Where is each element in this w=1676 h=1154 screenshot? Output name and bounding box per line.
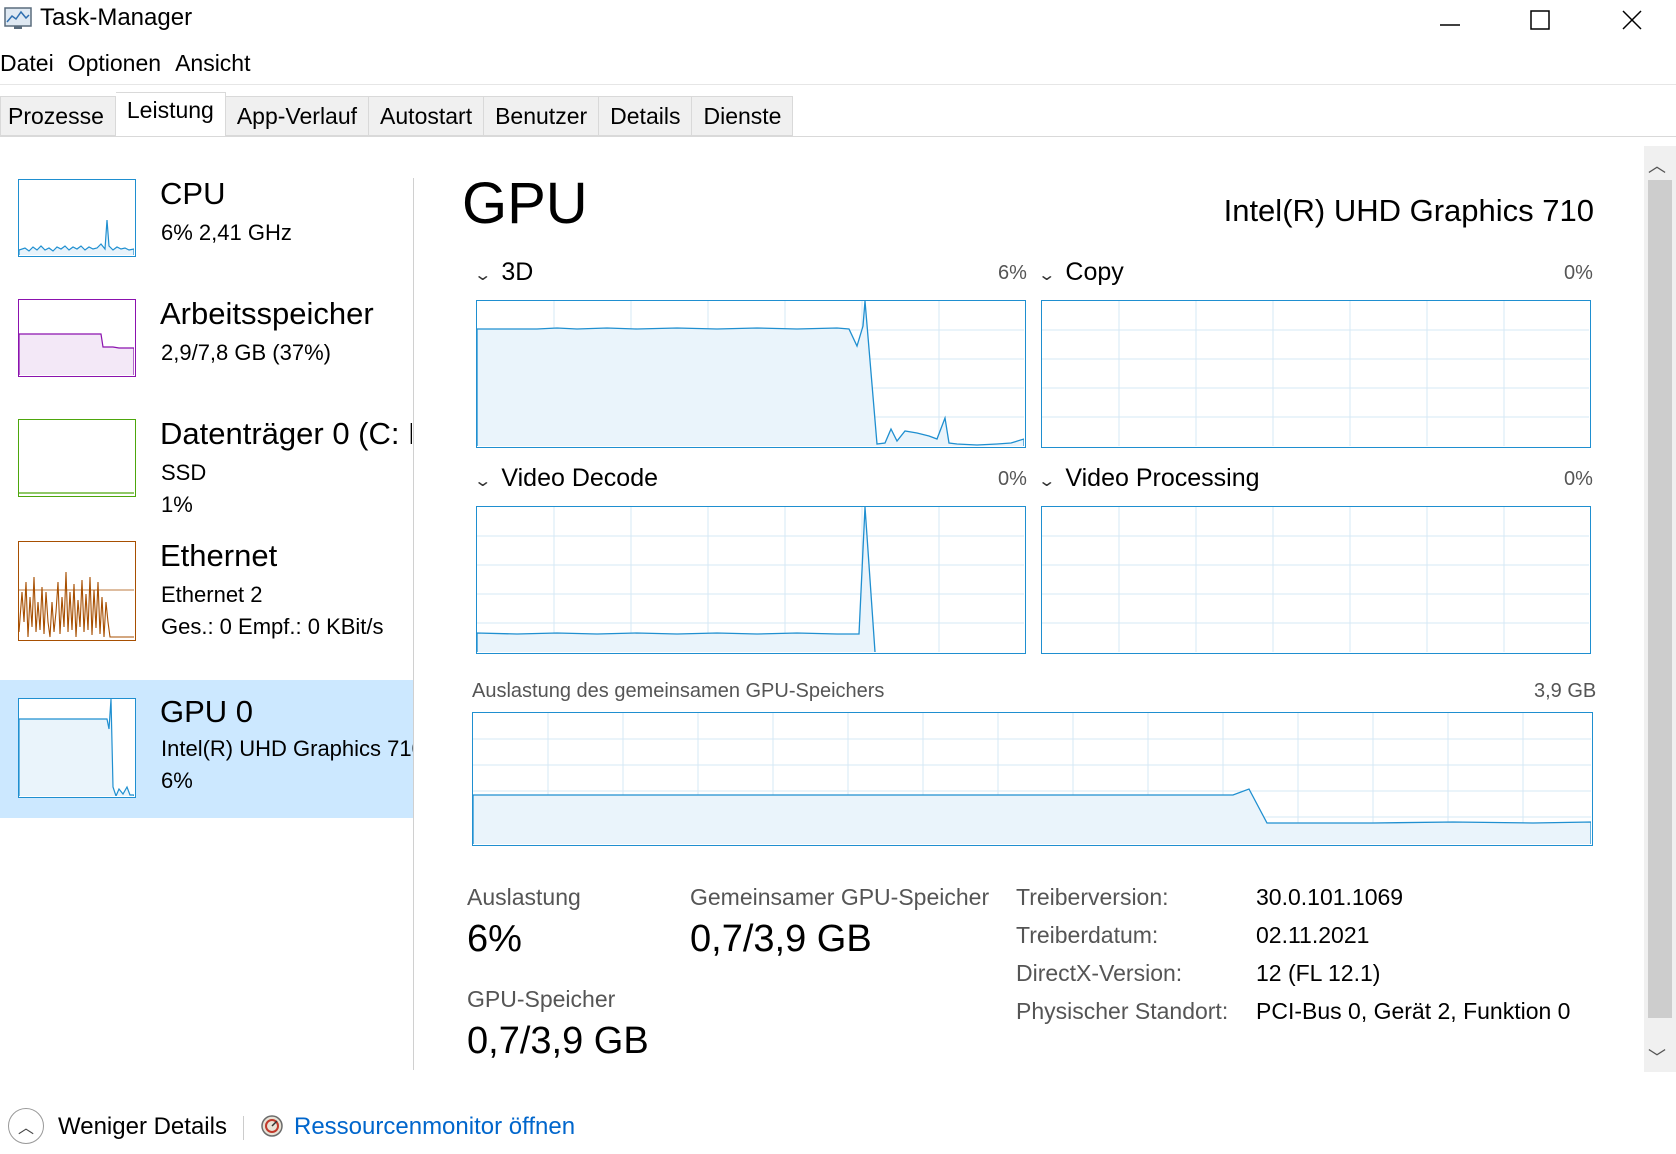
footer-divider bbox=[243, 1116, 244, 1140]
maximize-button[interactable] bbox=[1510, 0, 1570, 40]
engine-video-decode-label: Video Decode bbox=[501, 464, 659, 492]
sidebar-item-gpu[interactable]: GPU 0 Intel(R) UHD Graphics 710 6% bbox=[0, 680, 414, 818]
shared-memory-chart-label: Auslastung des gemeinsamen GPU-Speichers bbox=[472, 680, 885, 702]
sidebar-item-disk[interactable]: Datenträger 0 (C: D:) SSD 1% bbox=[0, 406, 414, 544]
chevron-down-icon: ⌄ bbox=[473, 267, 493, 284]
sidebar-detail-ethernet-adapter: Ethernet 2 bbox=[161, 582, 263, 607]
engine-3d-selector[interactable]: ⌄ 3D bbox=[473, 258, 534, 287]
engine-video-decode-selector[interactable]: ⌄ Video Decode bbox=[473, 464, 659, 493]
sidebar-detail-ethernet-throughput: Ges.: 0 Empf.: 0 KBit/s bbox=[161, 614, 384, 639]
tab-app-history[interactable]: App-Verlauf bbox=[225, 96, 370, 136]
menu-view[interactable]: Ansicht bbox=[175, 50, 250, 82]
sidebar-item-cpu[interactable]: CPU 6% 2,41 GHz bbox=[0, 166, 414, 304]
sidebar-label-memory: Arbeitsspeicher bbox=[160, 296, 374, 331]
gpu-thumbnail-graph bbox=[18, 698, 136, 798]
tab-startup[interactable]: Autostart bbox=[369, 96, 485, 136]
engine-video-decode-percent: 0% bbox=[998, 468, 1027, 490]
engine-copy-label: Copy bbox=[1065, 258, 1124, 286]
driver-version-value: 30.0.101.1069 bbox=[1256, 884, 1404, 910]
tab-users[interactable]: Benutzer bbox=[484, 96, 600, 136]
shared-memory-graph bbox=[472, 712, 1593, 846]
resource-monitor-icon bbox=[261, 1115, 283, 1137]
shared-gpu-memory-label: Gemeinsamer GPU-Speicher bbox=[690, 884, 990, 910]
tab-divider bbox=[0, 136, 1676, 137]
directx-version-label: DirectX-Version: bbox=[1016, 960, 1183, 986]
engine-3d-percent: 6% bbox=[998, 262, 1027, 284]
menu-divider bbox=[0, 84, 1676, 85]
disk-thumbnail-graph bbox=[18, 419, 136, 497]
engine-3d-graph bbox=[476, 300, 1026, 448]
engine-video-processing-selector[interactable]: ⌄ Video Processing bbox=[1037, 464, 1260, 493]
physical-location-value: PCI-Bus 0, Gerät 2, Funktion 0 bbox=[1256, 998, 1571, 1024]
sidebar-detail-memory: 2,9/7,8 GB (37%) bbox=[161, 340, 331, 365]
engine-video-processing-percent: 0% bbox=[1564, 468, 1593, 490]
sidebar-detail-disk-usage: 1% bbox=[161, 492, 193, 517]
utilization-value: 6% bbox=[467, 918, 522, 960]
physical-location-label: Physischer Standort: bbox=[1016, 998, 1229, 1024]
menu-file[interactable]: Datei bbox=[0, 50, 54, 82]
sidebar-detail-gpu-name: Intel(R) UHD Graphics 710 bbox=[161, 736, 413, 761]
engine-video-processing-graph bbox=[1041, 506, 1591, 654]
minimize-button[interactable] bbox=[1420, 0, 1480, 40]
memory-thumbnail-graph bbox=[18, 299, 136, 377]
sidebar-label-disk: Datenträger 0 (C: D:) bbox=[160, 416, 412, 451]
engine-video-decode-graph bbox=[476, 506, 1026, 654]
ethernet-thumbnail-graph bbox=[18, 541, 136, 641]
engine-copy-selector[interactable]: ⌄ Copy bbox=[1037, 258, 1124, 287]
engine-video-processing-label: Video Processing bbox=[1065, 464, 1260, 492]
sidebar-label-gpu: GPU 0 bbox=[160, 694, 254, 729]
task-manager-icon bbox=[4, 7, 32, 29]
chevron-down-icon: ⌄ bbox=[1037, 267, 1057, 284]
sidebar-divider bbox=[413, 178, 414, 1070]
shared-memory-chart-max: 3,9 GB bbox=[1534, 680, 1597, 702]
scroll-up-icon[interactable]: ︿ bbox=[1648, 152, 1666, 178]
gpu-device-name: Intel(R) UHD Graphics 710 bbox=[1223, 193, 1594, 228]
sidebar-detail-gpu-usage: 6% bbox=[161, 768, 193, 793]
minimize-icon bbox=[1440, 24, 1460, 26]
scrollbar-thumb[interactable] bbox=[1648, 180, 1672, 1018]
shared-gpu-memory-value: 0,7/3,9 GB bbox=[690, 918, 872, 960]
gpu-memory-value: 0,7/3,9 GB bbox=[467, 1020, 649, 1062]
engine-3d-label: 3D bbox=[501, 258, 534, 286]
title-bar: Task-Manager bbox=[0, 0, 1676, 40]
tab-performance[interactable]: Leistung bbox=[115, 92, 226, 136]
driver-version-label: Treiberversion: bbox=[1016, 884, 1169, 910]
close-icon bbox=[1622, 10, 1642, 30]
gpu-memory-label: GPU-Speicher bbox=[467, 986, 616, 1012]
driver-date-label: Treiberdatum: bbox=[1016, 922, 1159, 948]
maximize-icon bbox=[1530, 10, 1550, 30]
sidebar-detail-disk-type: SSD bbox=[161, 460, 207, 485]
open-resource-monitor-link[interactable]: Ressourcenmonitor öffnen bbox=[294, 1113, 575, 1141]
menu-bar: Datei Optionen Ansicht bbox=[0, 50, 265, 82]
cpu-thumbnail-graph bbox=[18, 179, 136, 257]
engine-copy-percent: 0% bbox=[1564, 262, 1593, 284]
fewer-details-button[interactable]: Weniger Details bbox=[58, 1113, 227, 1141]
collapse-icon[interactable]: ︿ bbox=[8, 1108, 44, 1144]
driver-date-value: 02.11.2021 bbox=[1256, 922, 1370, 948]
close-button[interactable] bbox=[1602, 0, 1662, 40]
window-title: Task-Manager bbox=[40, 4, 193, 31]
sidebar-detail-cpu: 6% 2,41 GHz bbox=[161, 220, 292, 245]
directx-version-value: 12 (FL 12.1) bbox=[1256, 960, 1381, 986]
sidebar-label-ethernet: Ethernet bbox=[160, 538, 278, 573]
tab-details[interactable]: Details bbox=[599, 96, 693, 136]
tab-services[interactable]: Dienste bbox=[692, 96, 794, 136]
menu-options[interactable]: Optionen bbox=[68, 50, 161, 82]
utilization-label: Auslastung bbox=[467, 884, 581, 910]
engine-copy-graph bbox=[1041, 300, 1591, 448]
page-title: GPU bbox=[462, 171, 588, 236]
chevron-down-icon: ⌄ bbox=[473, 473, 493, 490]
tab-processes[interactable]: Prozesse bbox=[0, 96, 116, 136]
sidebar-label-cpu: CPU bbox=[160, 176, 226, 211]
sidebar-item-memory[interactable]: Arbeitsspeicher 2,9/7,8 GB (37%) bbox=[0, 286, 414, 424]
sidebar-item-ethernet[interactable]: Ethernet Ethernet 2 Ges.: 0 Empf.: 0 KBi… bbox=[0, 526, 414, 664]
scroll-down-icon[interactable]: ﹀ bbox=[1648, 1044, 1666, 1070]
tab-bar: Prozesse Leistung App-Verlauf Autostart … bbox=[0, 92, 794, 136]
chevron-down-icon: ⌄ bbox=[1037, 473, 1057, 490]
